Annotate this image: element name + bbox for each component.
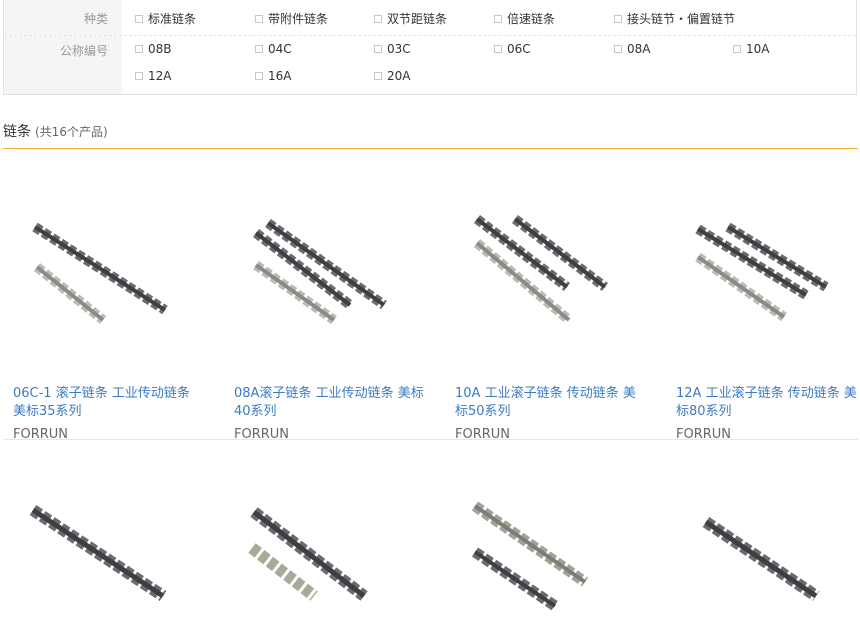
filter-option-08a[interactable]: 08A xyxy=(614,42,650,56)
checkbox[interactable] xyxy=(255,72,263,80)
product-title-link[interactable]: 08A滚子链条 工业传动链条 美标40系列 xyxy=(234,385,424,421)
filter-label-spec: 公称编号 xyxy=(4,36,122,94)
product-count: (共16个产品) xyxy=(35,125,108,139)
filter-panel: 种类 标准链条 带附件链条 双节距链条 倍速链条 接头链节・偏置链节 公称编号 … xyxy=(3,0,857,95)
checkbox[interactable] xyxy=(494,14,502,23)
filter-option-double-speed-chain[interactable]: 倍速链条 xyxy=(494,10,555,27)
checkbox[interactable] xyxy=(374,45,382,53)
checkbox[interactable] xyxy=(135,45,143,53)
checkbox[interactable] xyxy=(255,14,263,23)
filter-option-connecting-link[interactable]: 接头链节・偏置链节 xyxy=(614,10,735,27)
product-image-chain[interactable] xyxy=(224,195,424,345)
checkbox[interactable] xyxy=(494,45,502,53)
section-title: 链条 (共16个产品) xyxy=(3,121,108,141)
product-title-link[interactable]: 12A 工业滚子链条 传动链条 美标80系列 xyxy=(676,385,860,421)
checkbox[interactable] xyxy=(733,45,741,53)
checkbox[interactable] xyxy=(374,72,382,80)
section-title-text: 链条 xyxy=(3,124,31,140)
checkbox[interactable] xyxy=(614,45,622,53)
row-divider xyxy=(3,439,858,440)
checkbox[interactable] xyxy=(135,72,143,80)
checkbox[interactable] xyxy=(135,14,143,23)
filter-label-species: 种类 xyxy=(4,0,122,35)
section-divider xyxy=(3,148,858,149)
filter-option-08b[interactable]: 08B xyxy=(135,42,172,56)
product-image-chain[interactable] xyxy=(224,486,424,636)
product-title-link[interactable]: 10A 工业滚子链条 传动链条 美标50系列 xyxy=(455,385,645,421)
filter-option-03c[interactable]: 03C xyxy=(374,42,411,56)
filter-option-12a[interactable]: 12A xyxy=(135,69,171,83)
product-image-chain[interactable] xyxy=(445,486,645,636)
filter-option-standard-chain[interactable]: 标准链条 xyxy=(135,10,196,27)
product-image-chain[interactable] xyxy=(666,195,860,345)
filter-option-10a[interactable]: 10A xyxy=(733,42,769,56)
checkbox[interactable] xyxy=(614,14,622,23)
product-title-link[interactable]: 06C-1 滚子链条 工业传动链条 美标35系列 xyxy=(13,385,203,421)
filter-option-16a[interactable]: 16A xyxy=(255,69,291,83)
filter-option-06c[interactable]: 06C xyxy=(494,42,531,56)
checkbox[interactable] xyxy=(255,45,263,53)
product-image-chain[interactable] xyxy=(445,195,645,345)
filter-option-04c[interactable]: 04C xyxy=(255,42,292,56)
product-image-chain[interactable] xyxy=(666,486,860,636)
checkbox[interactable] xyxy=(374,14,382,23)
product-image-chain[interactable] xyxy=(3,486,203,636)
filter-option-double-pitch-chain[interactable]: 双节距链条 xyxy=(374,10,447,27)
product-image-chain[interactable] xyxy=(3,195,203,345)
filter-row-spec: 公称编号 08B 04C 03C 06C 08A 10A 12A 16A 20A xyxy=(4,36,856,94)
filter-option-20a[interactable]: 20A xyxy=(374,69,410,83)
filter-option-attachment-chain[interactable]: 带附件链条 xyxy=(255,10,328,27)
filter-row-species: 种类 标准链条 带附件链条 双节距链条 倍速链条 接头链节・偏置链节 xyxy=(4,0,856,36)
